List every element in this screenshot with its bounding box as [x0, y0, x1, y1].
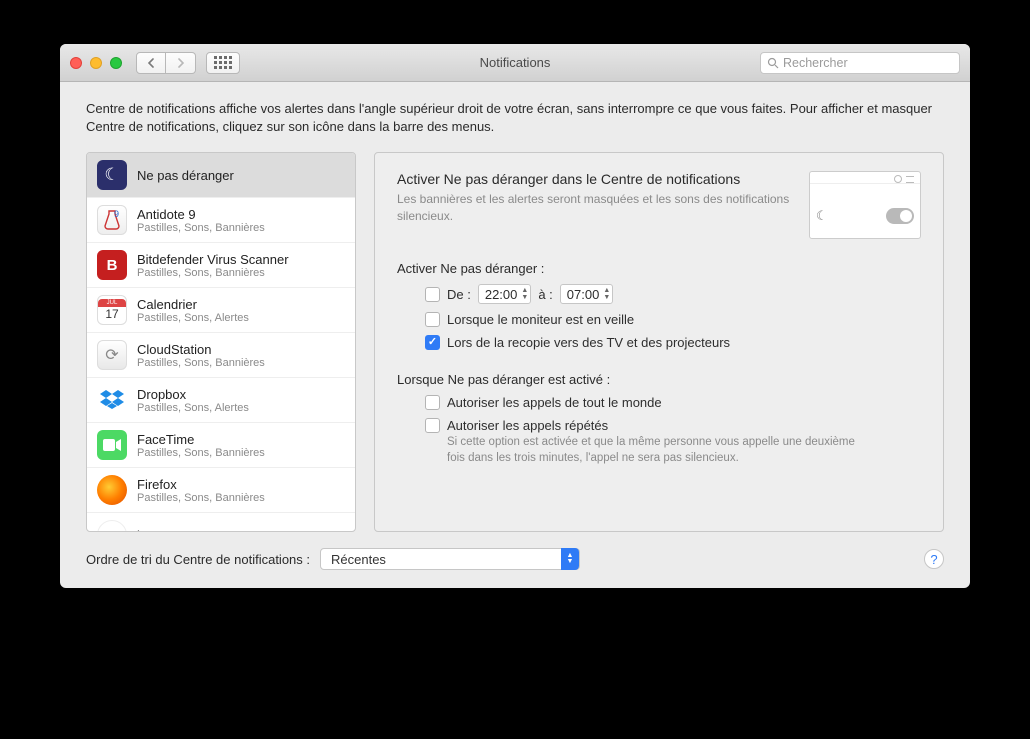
forward-button[interactable] [166, 52, 196, 74]
app-list[interactable]: Ne pas déranger 9 Antidote 9 Pastilles, … [86, 152, 356, 532]
sidebar-item-label: Ne pas déranger [137, 168, 234, 183]
titlebar: Notifications [60, 44, 970, 82]
sidebar-item-label: Antidote 9 [137, 207, 265, 222]
search-icon [767, 57, 779, 69]
firefox-icon [97, 475, 127, 505]
sidebar-item-sub: Pastilles, Sons, Bannières [137, 357, 265, 369]
sidebar-item-label: iTunes [137, 528, 176, 533]
sidebar-item-dnd[interactable]: Ne pas déranger [87, 153, 355, 198]
sidebar-item-itunes[interactable]: ♪ iTunes [87, 513, 355, 532]
sidebar-item-label: Bitdefender Virus Scanner [137, 252, 289, 267]
grid-icon [214, 56, 232, 69]
section-when-on: Lorsque Ne pas déranger est activé : [397, 372, 921, 387]
sidebar-item-firefox[interactable]: Firefox Pastilles, Sons, Bannières [87, 468, 355, 513]
chevron-left-icon [147, 58, 155, 68]
minimize-button[interactable] [90, 57, 102, 69]
sort-order-select[interactable]: Récentes ▲▼ [320, 548, 580, 570]
search-input[interactable] [783, 56, 953, 70]
itunes-icon: ♪ [97, 520, 127, 532]
from-label: De : [447, 287, 471, 302]
show-all-button[interactable] [206, 52, 240, 74]
sidebar-item-label: CloudStation [137, 342, 265, 357]
sidebar-item-sub: Pastilles, Sons, Alertes [137, 312, 249, 324]
detail-title: Activer Ne pas déranger dans le Centre d… [397, 171, 797, 187]
sidebar-item-label: FaceTime [137, 432, 265, 447]
sort-order-value: Récentes [331, 552, 386, 567]
dropbox-icon [97, 385, 127, 415]
checkbox-mirroring[interactable] [425, 335, 440, 350]
sidebar-item-facetime[interactable]: FaceTime Pastilles, Sons, Bannières [87, 423, 355, 468]
preferences-window: Notifications Centre de notifications af… [60, 44, 970, 588]
back-button[interactable] [136, 52, 166, 74]
bitdefender-icon: B [97, 250, 127, 280]
window-controls [70, 57, 122, 69]
checkbox-from-to[interactable] [425, 287, 440, 302]
sidebar-item-label: Calendrier [137, 297, 249, 312]
sidebar-item-label: Dropbox [137, 387, 249, 402]
sidebar-item-calendar[interactable]: JUL17 Calendrier Pastilles, Sons, Alerte… [87, 288, 355, 333]
sidebar-item-dropbox[interactable]: Dropbox Pastilles, Sons, Alertes [87, 378, 355, 423]
sort-order-label: Ordre de tri du Centre de notifications … [86, 552, 310, 567]
nav-buttons [136, 52, 196, 74]
sidebar-item-sub: Pastilles, Sons, Alertes [137, 402, 249, 414]
sidebar-item-cloudstation[interactable]: ⟳ CloudStation Pastilles, Sons, Bannière… [87, 333, 355, 378]
sidebar-item-antidote[interactable]: 9 Antidote 9 Pastilles, Sons, Bannières [87, 198, 355, 243]
checkbox-display-sleep[interactable] [425, 312, 440, 327]
opt-mirroring: Lors de la recopie vers des TV et des pr… [447, 335, 730, 350]
repeated-calls-note: Si cette option est activée et que la mê… [425, 435, 865, 466]
opt-display-sleep: Lorsque le moniteur est en veille [447, 312, 634, 327]
intro-text: Centre de notifications affiche vos aler… [86, 100, 944, 136]
opt-allow-everyone: Autoriser les appels de tout le monde [447, 395, 662, 410]
footer: Ordre de tri du Centre de notifications … [86, 548, 944, 570]
notification-center-preview: ☾ [809, 171, 921, 239]
stepper-icon[interactable]: ▲▼ [521, 287, 528, 301]
calendar-icon: JUL17 [97, 295, 127, 325]
time-from-value: 22:00 [485, 287, 518, 302]
detail-pane: Activer Ne pas déranger dans le Centre d… [374, 152, 944, 532]
zoom-button[interactable] [110, 57, 122, 69]
svg-text:9: 9 [114, 209, 119, 219]
sidebar-item-label: Firefox [137, 477, 265, 492]
opt-allow-repeated: Autoriser les appels répétés [447, 418, 608, 433]
sidebar-item-sub: Pastilles, Sons, Bannières [137, 222, 265, 234]
sidebar-item-sub: Pastilles, Sons, Bannières [137, 447, 265, 459]
time-to-input[interactable]: 07:00 ▲▼ [560, 284, 613, 304]
toggle-icon [886, 208, 914, 224]
select-arrows-icon: ▲▼ [561, 548, 579, 570]
section-turn-on: Activer Ne pas déranger : [397, 261, 921, 276]
time-to-value: 07:00 [567, 287, 600, 302]
close-button[interactable] [70, 57, 82, 69]
help-button[interactable]: ? [924, 549, 944, 569]
sidebar-item-sub: Pastilles, Sons, Bannières [137, 267, 289, 279]
to-label: à : [538, 287, 552, 302]
sidebar-item-sub: Pastilles, Sons, Bannières [137, 492, 265, 504]
checkbox-allow-repeated[interactable] [425, 418, 440, 433]
antidote-icon: 9 [97, 205, 127, 235]
detail-subtitle: Les bannières et les alertes seront masq… [397, 191, 797, 223]
moon-icon: ☾ [816, 208, 828, 224]
search-field[interactable] [760, 52, 960, 74]
moon-icon [97, 160, 127, 190]
chevron-right-icon [177, 58, 185, 68]
time-from-input[interactable]: 22:00 ▲▼ [478, 284, 531, 304]
stepper-icon[interactable]: ▲▼ [603, 287, 610, 301]
cloudstation-icon: ⟳ [97, 340, 127, 370]
window-body: Centre de notifications affiche vos aler… [60, 82, 970, 588]
checkbox-allow-everyone[interactable] [425, 395, 440, 410]
sidebar-item-bitdefender[interactable]: B Bitdefender Virus Scanner Pastilles, S… [87, 243, 355, 288]
facetime-icon [97, 430, 127, 460]
